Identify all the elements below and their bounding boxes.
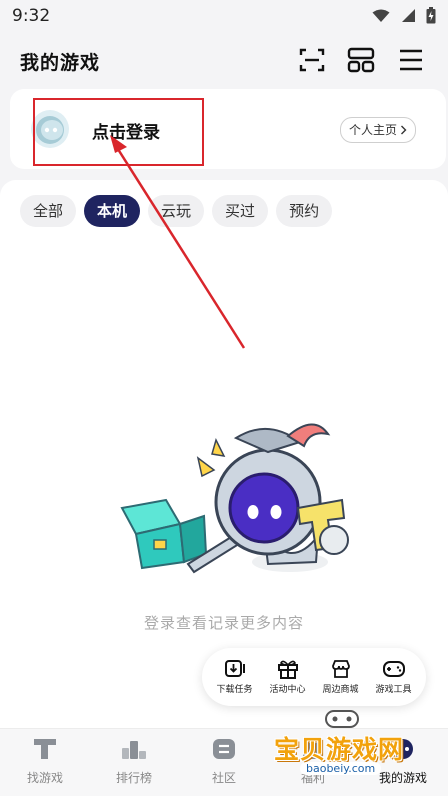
nav-item-find-games[interactable]: 找游戏	[0, 737, 90, 786]
tool-merch-shop[interactable]: 周边商城	[316, 659, 366, 695]
bottom-nav: 找游戏 排行榜 社区 福利 我的游戏	[0, 728, 448, 796]
nav-label: 排行榜	[115, 771, 152, 785]
welfare-icon	[303, 743, 323, 759]
gift-icon	[277, 660, 298, 679]
tool-label: 游戏工具	[375, 685, 412, 695]
download-icon	[224, 660, 245, 677]
nav-label: 社区	[211, 771, 236, 785]
login-link[interactable]: 点击登录	[92, 118, 160, 143]
my-games-icon	[393, 739, 413, 759]
robot-avatar-icon[interactable]	[30, 109, 70, 149]
profile-button-label: 个人主页	[348, 123, 397, 137]
tool-label: 下载任务	[216, 685, 253, 695]
status-time: 9:32	[12, 6, 51, 26]
page-title: 我的游戏	[20, 52, 101, 74]
tool-activity-center[interactable]: 活动中心	[263, 659, 313, 695]
signal-icon	[402, 9, 415, 22]
filter-tab-cloud[interactable]: 云玩	[148, 195, 205, 227]
filter-tab-reserved[interactable]: 预约	[276, 195, 333, 227]
tool-download-task[interactable]: 下载任务	[210, 659, 260, 695]
status-bar: 9:32	[0, 0, 448, 32]
filter-tab-all[interactable]: 全部	[20, 195, 77, 227]
empty-state-message: 登录查看记录更多内容	[143, 614, 304, 632]
tool-label: 周边商城	[322, 685, 359, 695]
tool-label: 活动中心	[269, 685, 306, 695]
podium-icon	[122, 741, 146, 759]
filter-tab-purchased[interactable]: 买过	[212, 195, 269, 227]
t-logo-icon	[34, 739, 56, 759]
knight-mascot-illustration	[120, 423, 349, 574]
shop-icon	[331, 660, 350, 678]
profile-button[interactable]: 个人主页	[339, 117, 416, 143]
nav-item-leaderboard[interactable]: 排行榜	[89, 737, 179, 786]
status-icons	[372, 7, 436, 24]
nav-item-welfare[interactable]: 福利	[268, 737, 358, 786]
nav-label: 福利	[300, 771, 325, 785]
login-card[interactable]: 点击登录 个人主页	[10, 89, 446, 169]
nav-label: 我的游戏	[378, 771, 427, 785]
wifi-icon	[372, 9, 390, 22]
tool-game-tools[interactable]: 游戏工具	[369, 659, 419, 695]
nav-label: 找游戏	[26, 771, 63, 785]
community-icon	[213, 739, 235, 759]
quick-tools-bar: 下载任务 活动中心 周边商城 游戏工具	[202, 648, 426, 706]
scan-icon[interactable]	[298, 46, 326, 74]
layout-grid-icon[interactable]	[347, 46, 375, 74]
app-header: 我的游戏	[0, 32, 448, 88]
chevron-right-icon	[401, 125, 407, 135]
filter-tabs: 全部 本机 云玩 买过 预约	[20, 195, 333, 227]
nav-item-my-games[interactable]: 我的游戏	[358, 737, 448, 786]
treasure-chest-icon	[120, 498, 208, 570]
battery-icon	[426, 7, 436, 24]
nav-item-community[interactable]: 社区	[179, 737, 269, 786]
menu-icon[interactable]	[397, 46, 425, 74]
gamepad-icon	[382, 661, 405, 677]
filter-tab-local[interactable]: 本机	[84, 195, 141, 227]
